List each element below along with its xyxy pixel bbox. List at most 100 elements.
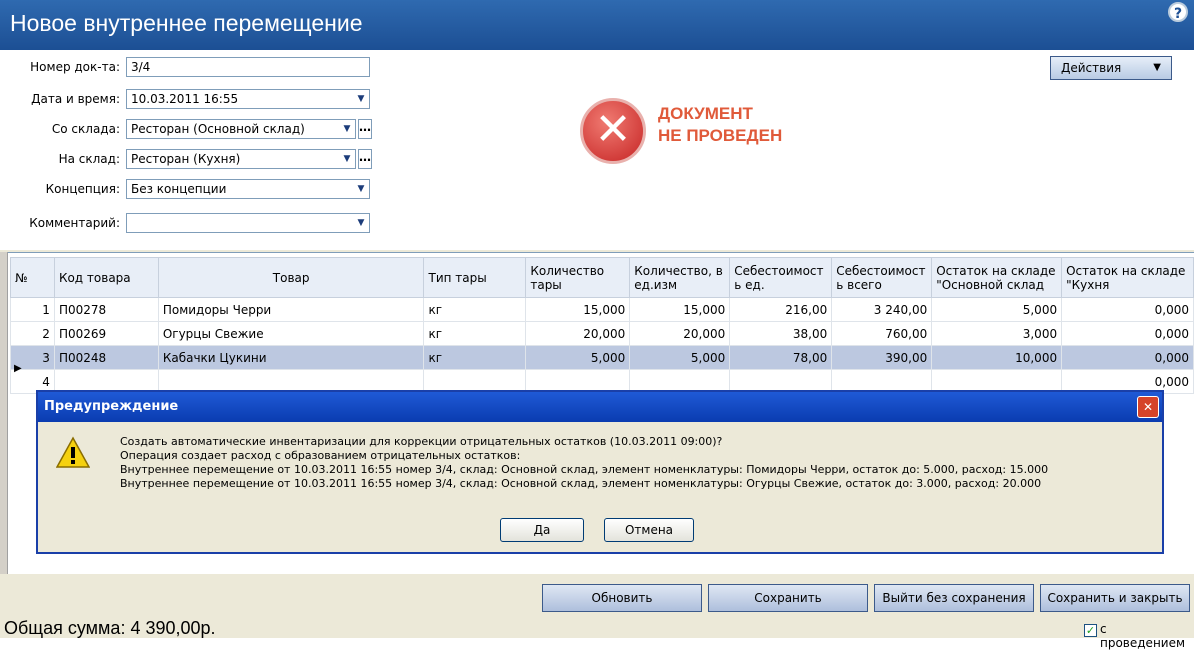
cell-stock-kitchen: 0,000 [1061,297,1194,322]
post-checkbox-label: с проведением [1100,622,1186,650]
message-line: Создать автоматические инвентаризации дл… [120,435,723,448]
cancel-button[interactable]: Отмена [604,518,694,542]
col-header[interactable]: Остаток на складе "Основной склад [931,257,1063,298]
cell-total-cost: 390,00 [831,345,933,370]
chevron-down-icon[interactable]: ▼ [353,214,369,232]
cell-qty-container: 5,000 [525,345,631,370]
cell-stock-main: 10,000 [931,345,1063,370]
cell-unit-cost: 78,00 [729,345,833,370]
cell-total-cost: 760,00 [831,321,933,346]
exit-without-saving-button[interactable]: Выйти без сохранения [874,584,1034,612]
col-header[interactable]: Товар [157,257,425,298]
window-title: Новое внутреннее перемещение [10,10,363,36]
chevron-down-icon[interactable]: ▼ [353,90,369,108]
warning-dialog: Предупреждение ✕ Создать автоматические … [36,390,1164,554]
from-warehouse-label: Со склада: [51,122,120,136]
bottom-toolbar: Обновить Сохранить Выйти без сохранения … [0,574,1194,650]
table-header-row: № Код товара Товар Тип тары Количество т… [10,257,1194,298]
to-warehouse-browse-button[interactable]: … [358,149,372,169]
cell-number: 2 [10,321,55,346]
total-sum: Общая сумма: 4 390,00р. [4,618,216,638]
message-line: Внутреннее перемещение от 10.03.2011 16:… [120,477,1042,490]
chevron-down-icon[interactable]: ▼ [339,150,355,168]
message-line: Операция создает расход с образованием о… [120,449,521,462]
close-icon[interactable]: ✕ [1137,396,1159,418]
concept-value: Без концепции [131,182,227,196]
dialog-message: Создать автоматические инвентаризации дл… [120,435,1048,491]
to-warehouse-value: Ресторан (Кухня) [131,152,241,166]
status-text: ДОКУМЕНТ НЕ ПРОВЕДЕН [658,103,782,147]
cell-unit-cost: 38,00 [729,321,833,346]
from-warehouse-browse-button[interactable]: … [358,119,372,139]
cell-stock-main: 3,000 [931,321,1063,346]
datetime-value: 10.03.2011 16:55 [131,92,239,106]
cell-code: П00278 [53,297,159,322]
save-and-close-button[interactable]: Сохранить и закрыть [1040,584,1190,612]
cell-qty-container: 15,000 [525,297,631,322]
col-header[interactable]: Количество, в ед.изм [629,257,731,298]
datetime-field[interactable]: 10.03.2011 16:55 ▼ [126,89,370,109]
message-line: Внутреннее перемещение от 10.03.2011 16:… [120,463,1049,476]
cell-stock-main: 5,000 [931,297,1063,322]
cell-qty-container: 20,000 [525,321,631,346]
window: Новое внутреннее перемещение ? Номер док… [0,0,1194,650]
cell-product: Огурцы Свежие [157,321,425,346]
status-line1: ДОКУМЕНТ [658,104,753,123]
cell-qty-unit: 5,000 [629,345,731,370]
status-line2: НЕ ПРОВЕДЕН [658,126,783,145]
col-header[interactable]: Количество тары [525,257,631,298]
comment-field[interactable]: ▼ [126,213,370,233]
row-pointer-icon: ▶ [14,363,22,374]
table-row[interactable]: 2 П00269 Огурцы Свежие кг 20,000 20,000 … [10,321,1194,346]
cell-total-cost: 3 240,00 [831,297,933,322]
cell-qty-unit: 15,000 [629,297,731,322]
actions-dropdown-button[interactable]: Действия ▼ [1050,56,1172,80]
cell-stock-kitchen: 0,000 [1061,345,1194,370]
from-warehouse-field[interactable]: Ресторан (Основной склад) ▼ [126,119,356,139]
left-scroll-gutter [0,252,8,574]
col-header[interactable]: Себестоимост ь ед. [729,257,833,298]
save-button[interactable]: Сохранить [708,584,868,612]
doc-number-label: Номер док-та: [30,60,120,74]
actions-label: Действия [1061,61,1122,75]
col-header[interactable]: Код товара [53,257,159,298]
document-header-form: Номер док-та: 3/4 Дата и время: 10.03.20… [0,50,1194,250]
yes-button[interactable]: Да [500,518,584,542]
chevron-down-icon[interactable]: ▼ [339,120,355,138]
cell-code: П00269 [53,321,159,346]
comment-label: Комментарий: [29,216,120,230]
status-indicator: ✕ ДОКУМЕНТ НЕ ПРОВЕДЕН [580,98,880,168]
cell-number: 1 [10,297,55,322]
chevron-down-icon: ▼ [1153,62,1161,73]
from-warehouse-value: Ресторан (Основной склад) [131,122,305,136]
cell-product: Кабачки Цукини [157,345,425,370]
post-checkbox[interactable]: ✓ [1084,624,1097,637]
cell-product: Помидоры Черри [157,297,425,322]
title-bar: Новое внутреннее перемещение ? [0,0,1194,50]
concept-field[interactable]: Без концепции ▼ [126,179,370,199]
chevron-down-icon[interactable]: ▼ [353,180,369,198]
col-header[interactable]: Себестоимост ь всего [831,257,933,298]
concept-label: Концепция: [45,182,120,196]
doc-number-field[interactable]: 3/4 [126,57,370,77]
col-header[interactable]: № [10,257,55,298]
col-header[interactable]: Остаток на складе "Кухня [1061,257,1194,298]
warning-icon [56,436,90,468]
dialog-title: Предупреждение [38,392,1162,422]
close-icon: ✕ [594,104,632,155]
col-header[interactable]: Тип тары [423,257,527,298]
to-warehouse-field[interactable]: Ресторан (Кухня) ▼ [126,149,356,169]
datetime-label: Дата и время: [31,92,120,106]
cell-code: П00248 [53,345,159,370]
cell-unit-cost: 216,00 [729,297,833,322]
cell-container: кг [423,297,527,322]
to-warehouse-label: На склад: [58,152,120,166]
cell-stock-kitchen: 0,000 [1061,321,1194,346]
table-row-selected[interactable]: 3 П00248 Кабачки Цукини кг 5,000 5,000 7… [10,345,1194,370]
table-row[interactable]: 1 П00278 Помидоры Черри кг 15,000 15,000… [10,297,1194,322]
cell-container: кг [423,345,527,370]
cell-container: кг [423,321,527,346]
help-icon[interactable]: ? [1168,2,1188,22]
refresh-button[interactable]: Обновить [542,584,702,612]
cell-qty-unit: 20,000 [629,321,731,346]
